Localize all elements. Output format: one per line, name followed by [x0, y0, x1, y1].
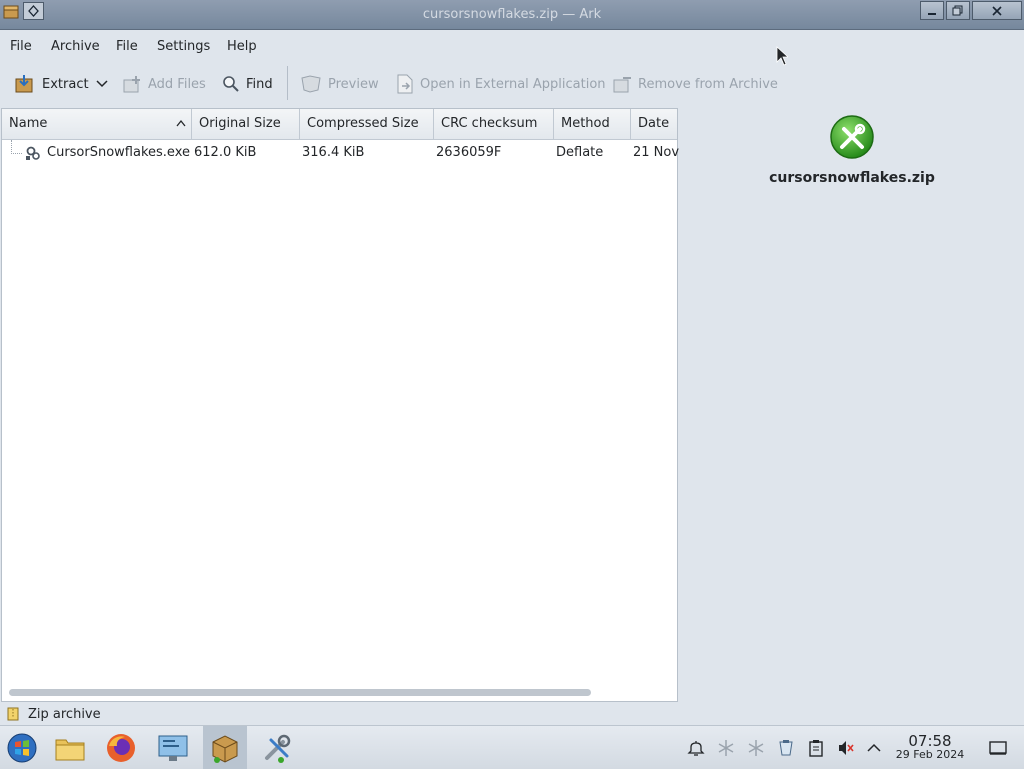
chevron-down-icon	[96, 80, 108, 88]
column-header-crc[interactable]: CRC checksum	[434, 109, 554, 139]
extract-dropdown-button[interactable]	[96, 62, 108, 106]
add-files-icon	[122, 74, 142, 94]
cell-method: Deflate	[556, 145, 604, 160]
archive-filename: cursorsnowflakes.zip	[769, 170, 935, 186]
minimize-button[interactable]	[920, 1, 944, 20]
menu-bar: File Archive File Settings Help	[0, 30, 1024, 62]
column-header-original-size[interactable]: Original Size	[192, 109, 300, 139]
close-button[interactable]	[972, 1, 1022, 20]
snowflake-icon[interactable]	[715, 737, 737, 759]
cell-date: 21 Nov	[633, 145, 680, 160]
status-text: Zip archive	[28, 707, 101, 722]
file-manager-taskbar-icon[interactable]	[48, 726, 92, 769]
column-header-date[interactable]: Date	[631, 109, 677, 139]
cell-original-size: 612.0 KiB	[194, 145, 257, 160]
tree-branch-line	[11, 140, 22, 154]
clock-date[interactable]: 29 Feb 2024	[890, 748, 970, 761]
column-header-name[interactable]: Name	[2, 109, 192, 139]
table-row[interactable]: CursorSnowflakes.exe 612.0 KiB 316.4 KiB…	[2, 140, 680, 166]
extract-label: Extract	[42, 76, 89, 92]
taskbar: 07:58 29 Feb 2024	[0, 725, 1024, 769]
open-external-button[interactable]: Open in External Application	[396, 62, 606, 106]
remove-icon	[612, 74, 632, 94]
menu-settings[interactable]: Settings	[157, 39, 210, 54]
remove-label: Remove from Archive	[638, 76, 778, 92]
add-files-button[interactable]: Add Files	[122, 62, 206, 106]
search-icon	[222, 75, 240, 93]
preview-label: Preview	[328, 76, 379, 92]
menu-file-2[interactable]: File	[116, 39, 138, 54]
find-label: Find	[246, 76, 273, 92]
start-menu-button[interactable]	[0, 726, 44, 769]
column-header-method[interactable]: Method	[554, 109, 631, 139]
menu-help[interactable]: Help	[227, 39, 257, 54]
extract-button[interactable]: Extract	[14, 62, 89, 106]
cell-crc: 2636059F	[436, 145, 502, 160]
add-files-label: Add Files	[148, 76, 206, 92]
mouse-pointer-icon	[776, 46, 790, 70]
preview-icon	[300, 74, 322, 94]
system-settings-taskbar-icon[interactable]	[151, 726, 195, 769]
find-button[interactable]: Find	[222, 62, 273, 106]
ark-taskbar-icon[interactable]	[203, 726, 247, 769]
menu-archive[interactable]: Archive	[51, 39, 100, 54]
archive-file-list[interactable]: Name Original Size Compressed Size CRC c…	[1, 108, 680, 702]
chevron-up-icon[interactable]	[863, 737, 885, 759]
archive-type-icon	[829, 114, 875, 160]
zip-archive-icon	[6, 707, 20, 725]
tools-taskbar-icon[interactable]	[255, 726, 299, 769]
vault-icon[interactable]	[775, 737, 797, 759]
sort-ascending-icon	[176, 109, 186, 139]
status-bar: Zip archive	[0, 703, 1024, 725]
toolbar: Extract Add Files Find Preview Open in E…	[0, 62, 1024, 106]
maximize-button[interactable]	[946, 1, 970, 20]
remove-from-archive-button[interactable]: Remove from Archive	[612, 62, 778, 106]
notifications-icon[interactable]	[685, 737, 707, 759]
preview-button[interactable]: Preview	[300, 62, 379, 106]
horizontal-scrollbar[interactable]	[9, 689, 591, 696]
volume-muted-icon[interactable]	[835, 737, 857, 759]
executable-file-icon	[25, 145, 41, 165]
firefox-taskbar-icon[interactable]	[99, 726, 143, 769]
window-title: cursorsnowflakes.zip — Ark	[422, 7, 602, 22]
open-external-icon	[396, 74, 414, 94]
menu-file[interactable]: File	[10, 39, 32, 54]
open-external-label: Open in External Application	[420, 76, 606, 92]
table-header: Name Original Size Compressed Size CRC c…	[2, 109, 677, 140]
title-bar: cursorsnowflakes.zip — Ark	[0, 0, 1024, 30]
clipboard-icon[interactable]	[805, 737, 827, 759]
show-desktop-icon[interactable]	[987, 737, 1009, 759]
extract-icon	[14, 74, 36, 94]
toolbar-separator	[287, 66, 288, 100]
cell-name: CursorSnowflakes.exe	[47, 145, 190, 160]
snowflake-icon-2[interactable]	[745, 737, 767, 759]
column-header-compressed-size[interactable]: Compressed Size	[300, 109, 434, 139]
cell-compressed-size: 316.4 KiB	[302, 145, 365, 160]
